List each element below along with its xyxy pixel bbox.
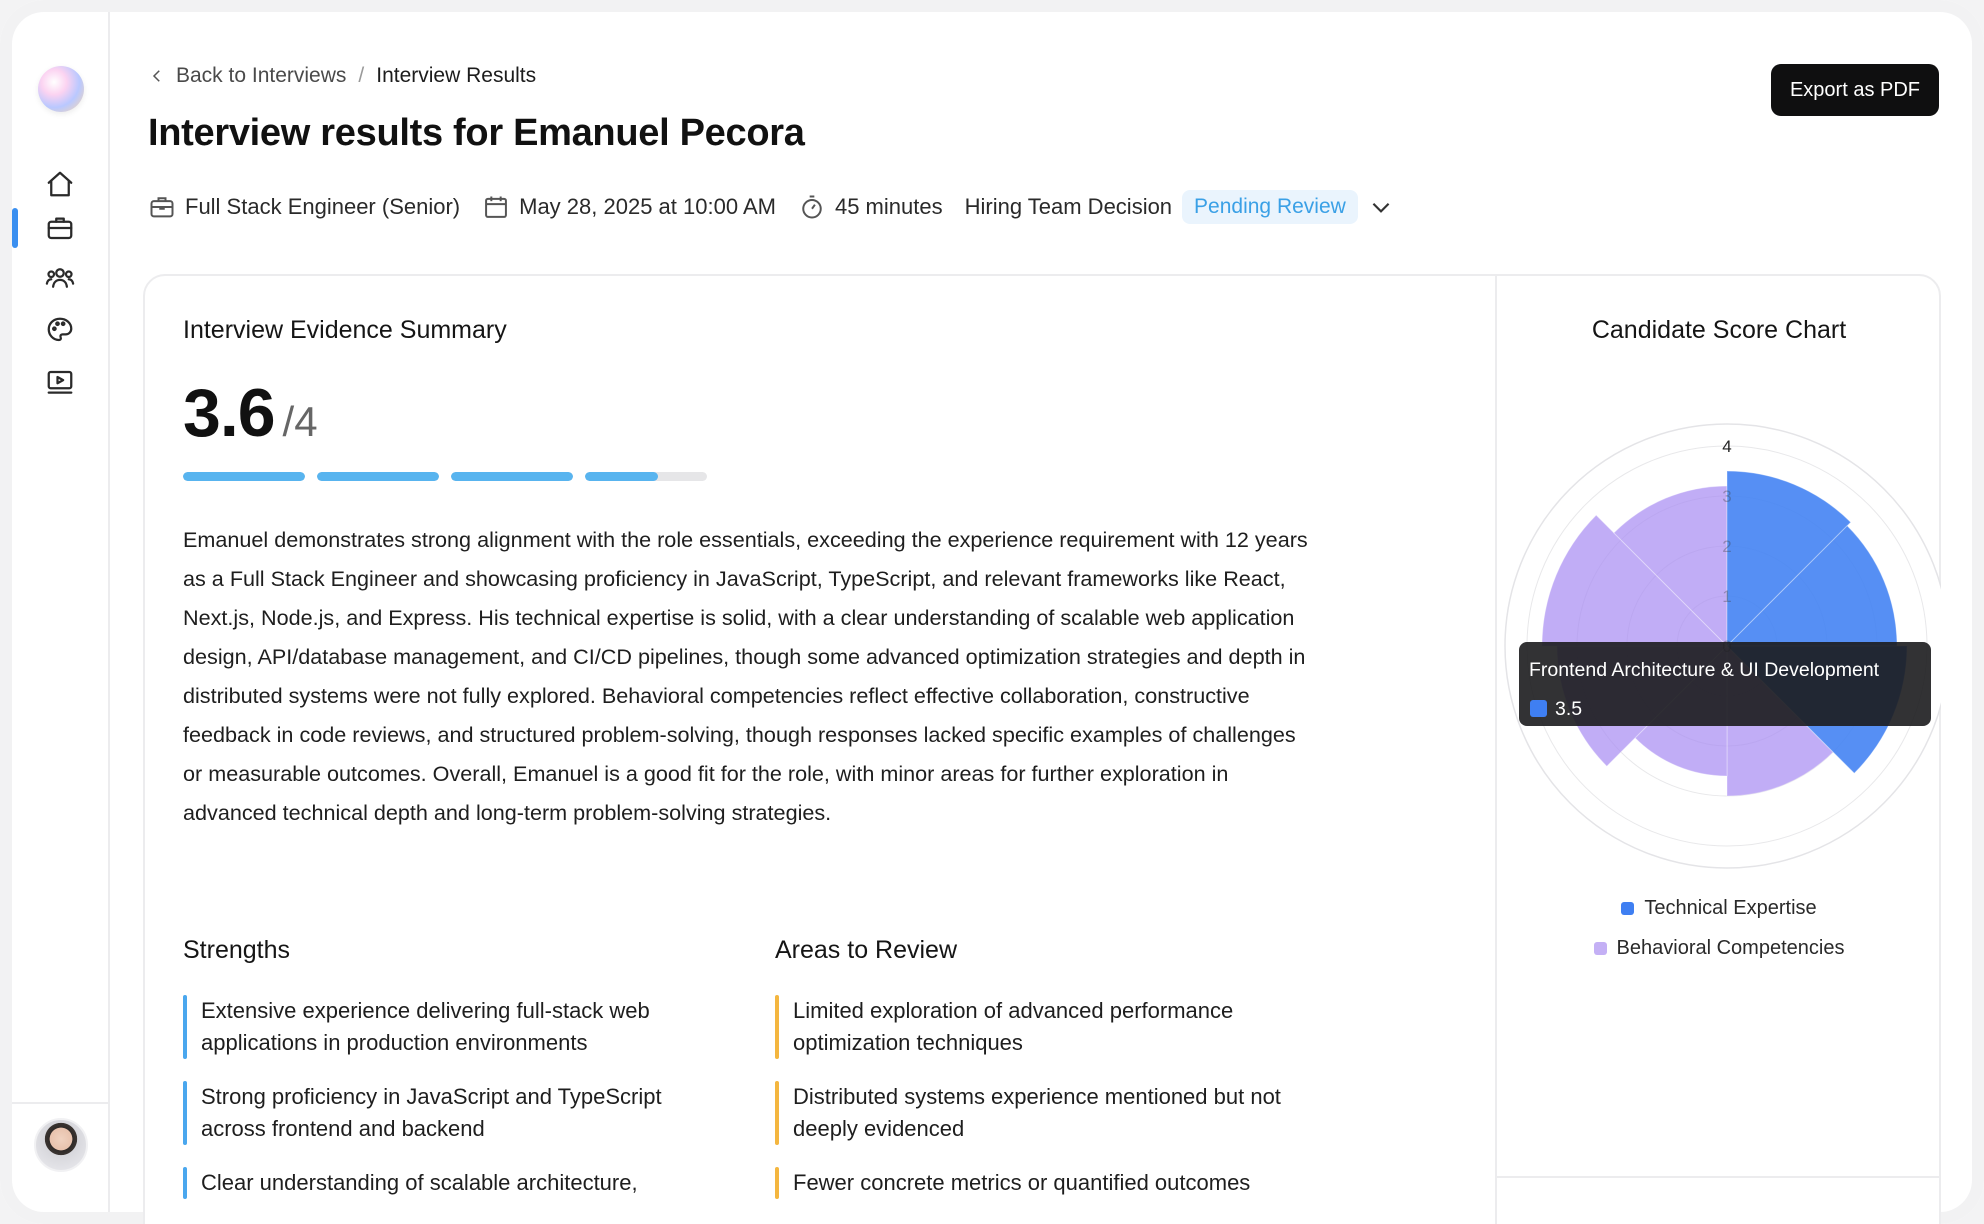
chart-tick-label: 2 xyxy=(1722,537,1731,556)
legend-item-technical[interactable]: Technical Expertise xyxy=(1497,888,1941,928)
meta-duration: 45 minutes xyxy=(798,193,943,221)
strength-item: Extensive experience delivering full-sta… xyxy=(183,995,723,1059)
calendar-icon xyxy=(485,196,508,218)
tooltip-label: Frontend Architecture & UI Development xyxy=(1529,659,1880,681)
score-progress xyxy=(183,472,707,481)
briefcase-icon[interactable] xyxy=(40,208,80,248)
sidebar-divider xyxy=(12,1102,108,1104)
breadcrumb: Back to Interviews / Interview Results xyxy=(148,64,536,88)
results-card: Interview Evidence Summary 3.6 /4 Emanue… xyxy=(143,274,1941,1224)
sidebar xyxy=(12,12,110,1212)
progress-fill xyxy=(183,472,305,481)
chart-title: Candidate Score Chart xyxy=(1591,316,1847,344)
score-value: 3.6 xyxy=(183,375,276,451)
interview-meta: Full Stack Engineer (Senior) May 28, 202… xyxy=(148,190,1394,224)
page-title: Interview results for Emanuel Pecora xyxy=(148,112,805,154)
score-max: /4 xyxy=(282,398,318,445)
palette-icon[interactable] xyxy=(40,310,80,350)
progress-fill xyxy=(585,472,659,481)
legend-item-behavioral[interactable]: Behavioral Competencies xyxy=(1497,928,1941,968)
logo[interactable] xyxy=(38,66,84,112)
review-item: Fewer concrete metrics or quantified out… xyxy=(775,1167,1335,1199)
chart-tooltip: Frontend Architecture & UI Development 3.… xyxy=(1519,642,1931,726)
strengths-section: Strengths Extensive experience deliverin… xyxy=(183,936,723,1221)
strengths-heading: Strengths xyxy=(183,936,291,964)
briefcase-icon xyxy=(150,197,174,218)
meta-date: May 28, 2025 at 10:00 AM xyxy=(482,193,776,221)
review-item: Limited exploration of advanced performa… xyxy=(775,995,1335,1059)
avatar[interactable] xyxy=(34,1118,88,1172)
app-window: Back to Interviews / Interview Results I… xyxy=(0,0,1984,1224)
chart-tick-label: 3 xyxy=(1722,487,1731,506)
chart-legend: Technical Expertise Behavioral Competenc… xyxy=(1497,888,1941,968)
legend-label: Behavioral Competencies xyxy=(1616,936,1845,959)
chevron-down-icon[interactable] xyxy=(1368,194,1394,220)
breadcrumb-separator: / xyxy=(358,64,365,87)
meta-role: Full Stack Engineer (Senior) xyxy=(148,193,460,221)
status-badge[interactable]: Pending Review xyxy=(1182,190,1358,224)
chart-panel-bottom-border xyxy=(1497,1176,1941,1178)
review-item: Distributed systems experience mentioned… xyxy=(775,1081,1335,1145)
users-icon[interactable] xyxy=(40,258,80,298)
export-pdf-button[interactable]: Export as PDF xyxy=(1771,64,1939,116)
overall-score: 3.6 /4 xyxy=(183,374,318,452)
strength-item: Clear understanding of scalable architec… xyxy=(183,1167,723,1199)
tooltip-swatch xyxy=(1530,700,1547,717)
summary-heading: Interview Evidence Summary xyxy=(183,316,507,344)
review-heading: Areas to Review xyxy=(775,936,958,964)
progress-segment xyxy=(451,472,573,481)
legend-swatch xyxy=(1593,941,1607,955)
duration-text: 45 minutes xyxy=(834,194,943,219)
progress-fill xyxy=(317,472,439,481)
chevron-left-icon[interactable] xyxy=(148,67,166,85)
role-text: Full Stack Engineer (Senior) xyxy=(185,194,461,219)
candidate-score-chart[interactable]: 01234Frontend Architecture & UI Developm… xyxy=(1497,366,1941,906)
progress-segment xyxy=(317,472,439,481)
progress-fill xyxy=(451,472,573,481)
video-icon[interactable] xyxy=(40,362,80,402)
date-text: May 28, 2025 at 10:00 AM xyxy=(519,194,776,219)
strength-item: Strong proficiency in JavaScript and Typ… xyxy=(183,1081,723,1145)
legend-swatch xyxy=(1621,901,1635,915)
progress-segment xyxy=(585,472,707,481)
nav-active-indicator xyxy=(12,208,18,248)
decision-label: Hiring Team Decision xyxy=(964,194,1173,219)
chart-tick-label: 4 xyxy=(1722,437,1731,456)
legend-label: Technical Expertise xyxy=(1644,896,1817,919)
chart-tick-label: 1 xyxy=(1722,587,1731,606)
breadcrumb-current: Interview Results xyxy=(376,64,537,87)
back-link[interactable]: Back to Interviews xyxy=(176,64,346,88)
timer-icon xyxy=(802,195,822,219)
review-section: Areas to Review Limited exploration of a… xyxy=(775,936,1335,1221)
progress-segment xyxy=(183,472,305,481)
summary-text: Emanuel demonstrates strong alignment wi… xyxy=(183,527,1308,825)
tooltip-value: 3.5 xyxy=(1555,698,1582,720)
home-icon[interactable] xyxy=(40,164,80,204)
